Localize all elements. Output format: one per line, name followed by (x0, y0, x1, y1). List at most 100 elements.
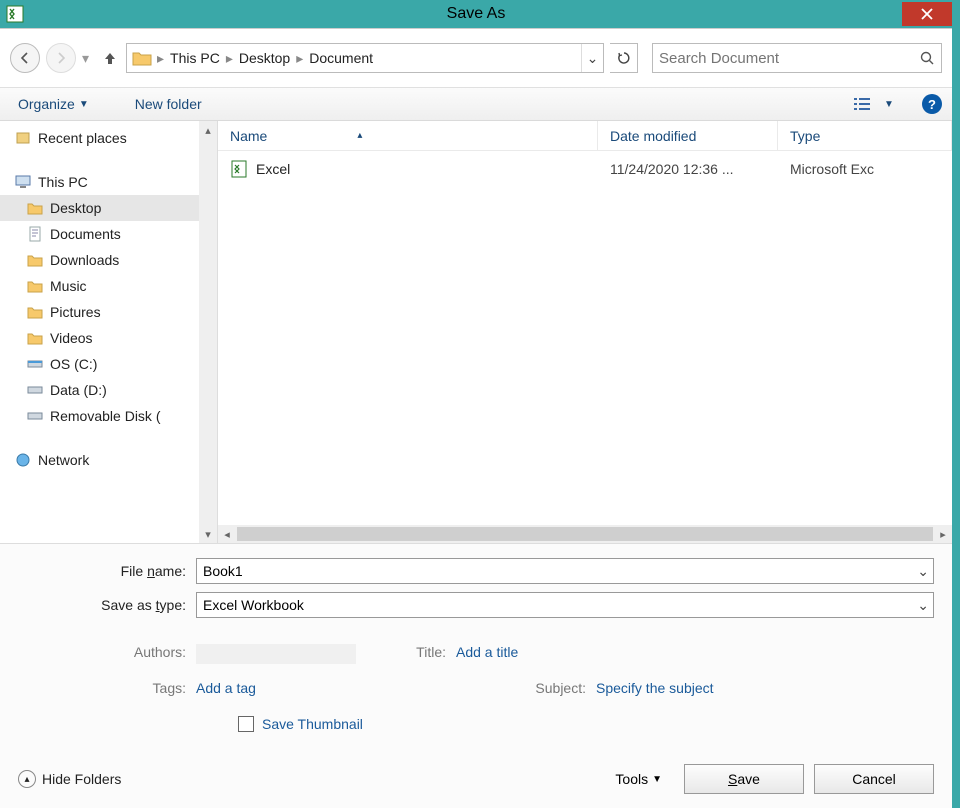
sort-indicator-icon: ▴ (357, 130, 362, 141)
title-field[interactable]: Add a title (456, 644, 756, 664)
scroll-up-icon[interactable]: ▴ (199, 121, 217, 139)
tree-label: OS (C:) (50, 356, 97, 372)
computer-icon (14, 173, 32, 191)
list-headers: Name▴ Date modified Type (218, 121, 952, 151)
scroll-down-icon[interactable]: ▾ (199, 525, 217, 543)
forward-button[interactable] (46, 43, 76, 73)
filename-label: File name: (18, 563, 196, 579)
new-folder-button[interactable]: New folder (127, 92, 210, 116)
breadcrumb-this-pc[interactable]: This PC (164, 44, 226, 72)
tree-label: Data (D:) (50, 382, 107, 398)
save-button[interactable]: Save (684, 764, 804, 794)
back-button[interactable] (10, 43, 40, 73)
scroll-left-icon[interactable]: ◂ (218, 528, 236, 541)
organize-button[interactable]: Organize ▼ (10, 92, 97, 116)
tree-label: Recent places (38, 130, 127, 146)
up-button[interactable] (100, 48, 120, 68)
address-bar[interactable]: ▸ This PC ▸ Desktop ▸ Document ⌄ (126, 43, 604, 73)
filename-input[interactable] (203, 563, 927, 579)
recent-icon (14, 129, 32, 147)
tree-this-pc[interactable]: This PC (0, 169, 199, 195)
file-name: Excel (256, 161, 290, 177)
tree-data-d[interactable]: Data (D:) (0, 377, 199, 403)
type-value: Excel Workbook (203, 597, 304, 613)
type-label: Save as type: (18, 597, 196, 613)
recent-dropdown-icon[interactable]: ▾ (82, 50, 94, 67)
hide-folders-label: Hide Folders (42, 771, 121, 787)
file-list-pane: Name▴ Date modified Type Excel 11/24/202… (218, 121, 952, 543)
excel-file-icon (230, 160, 248, 178)
chevron-up-icon: ▴ (18, 770, 36, 788)
drive-icon (26, 355, 44, 373)
tree-label: Music (50, 278, 87, 294)
cancel-button[interactable]: Cancel (814, 764, 934, 794)
tree-removable[interactable]: Removable Disk ( (0, 403, 199, 429)
tree-label: This PC (38, 174, 88, 190)
refresh-button[interactable] (610, 43, 638, 73)
folder-icon (26, 329, 44, 347)
folder-icon (26, 251, 44, 269)
header-name[interactable]: Name▴ (218, 121, 598, 150)
thumbnail-label[interactable]: Save Thumbnail (262, 716, 363, 732)
tree-music[interactable]: Music (0, 273, 199, 299)
folder-icon (26, 199, 44, 217)
tree-scrollbar[interactable]: ▴ ▾ (199, 121, 217, 543)
address-dropdown-icon[interactable]: ⌄ (581, 44, 603, 72)
subject-field[interactable]: Specify the subject (596, 680, 896, 696)
header-date[interactable]: Date modified (598, 121, 778, 150)
subject-label: Subject: (496, 680, 596, 696)
horizontal-scrollbar[interactable]: ◂ ▸ (218, 525, 952, 543)
chevron-down-icon: ▼ (652, 774, 662, 785)
filename-field[interactable]: ⌄ (196, 558, 934, 584)
tree-network[interactable]: Network (0, 447, 199, 473)
tree-label: Videos (50, 330, 93, 346)
drive-icon (26, 381, 44, 399)
tools-button[interactable]: Tools ▼ (615, 771, 662, 787)
thumbnail-checkbox[interactable] (238, 716, 254, 732)
tree-label: Network (38, 452, 89, 468)
folder-icon (26, 277, 44, 295)
drive-icon (26, 407, 44, 425)
folder-icon (26, 303, 44, 321)
breadcrumb-desktop[interactable]: Desktop (233, 44, 296, 72)
search-icon (919, 50, 935, 66)
chevron-down-icon: ▼ (79, 99, 89, 110)
type-field[interactable]: Excel Workbook ⌄ (196, 592, 934, 618)
filename-dropdown-icon[interactable]: ⌄ (917, 563, 929, 580)
tree-label: Removable Disk ( (50, 408, 160, 424)
authors-field[interactable] (196, 644, 356, 664)
help-button[interactable]: ? (922, 94, 942, 114)
breadcrumb-separator-icon: ▸ (296, 50, 303, 67)
tree-pane: Recent places This PC Desktop Documents (0, 121, 218, 543)
tree-documents[interactable]: Documents (0, 221, 199, 247)
breadcrumb-document[interactable]: Document (303, 44, 379, 72)
titlebar: Save As (0, 0, 952, 28)
file-date: 11/24/2020 12:36 ... (598, 161, 778, 177)
tree-recent-places[interactable]: Recent places (0, 125, 199, 151)
tree-label: Documents (50, 226, 121, 242)
type-dropdown-icon[interactable]: ⌄ (917, 597, 929, 614)
hide-folders-button[interactable]: ▴ Hide Folders (18, 770, 121, 788)
file-type: Microsoft Exc (778, 161, 952, 177)
search-input[interactable] (659, 50, 919, 67)
scroll-thumb[interactable] (237, 527, 933, 541)
scroll-right-icon[interactable]: ▸ (934, 528, 952, 541)
tree-videos[interactable]: Videos (0, 325, 199, 351)
header-type[interactable]: Type (778, 121, 952, 150)
documents-icon (26, 225, 44, 243)
title-label: Title: (356, 644, 456, 664)
search-box[interactable] (652, 43, 942, 73)
navigation-row: ▾ ▸ This PC ▸ Desktop ▸ Document ⌄ (0, 29, 952, 87)
tree-label: Downloads (50, 252, 119, 268)
tree-downloads[interactable]: Downloads (0, 247, 199, 273)
tags-field[interactable]: Add a tag (196, 680, 496, 696)
view-dropdown-icon[interactable]: ▼ (876, 91, 902, 117)
tree-os-c[interactable]: OS (C:) (0, 351, 199, 377)
view-options-button[interactable] (850, 91, 876, 117)
tree-pictures[interactable]: Pictures (0, 299, 199, 325)
tree-desktop[interactable]: Desktop (0, 195, 199, 221)
toolbar: Organize ▼ New folder ▼ ? (0, 87, 952, 121)
file-row[interactable]: Excel 11/24/2020 12:36 ... Microsoft Exc (218, 155, 952, 183)
tree-label: Pictures (50, 304, 101, 320)
explorer-pane: Recent places This PC Desktop Documents (0, 121, 952, 543)
